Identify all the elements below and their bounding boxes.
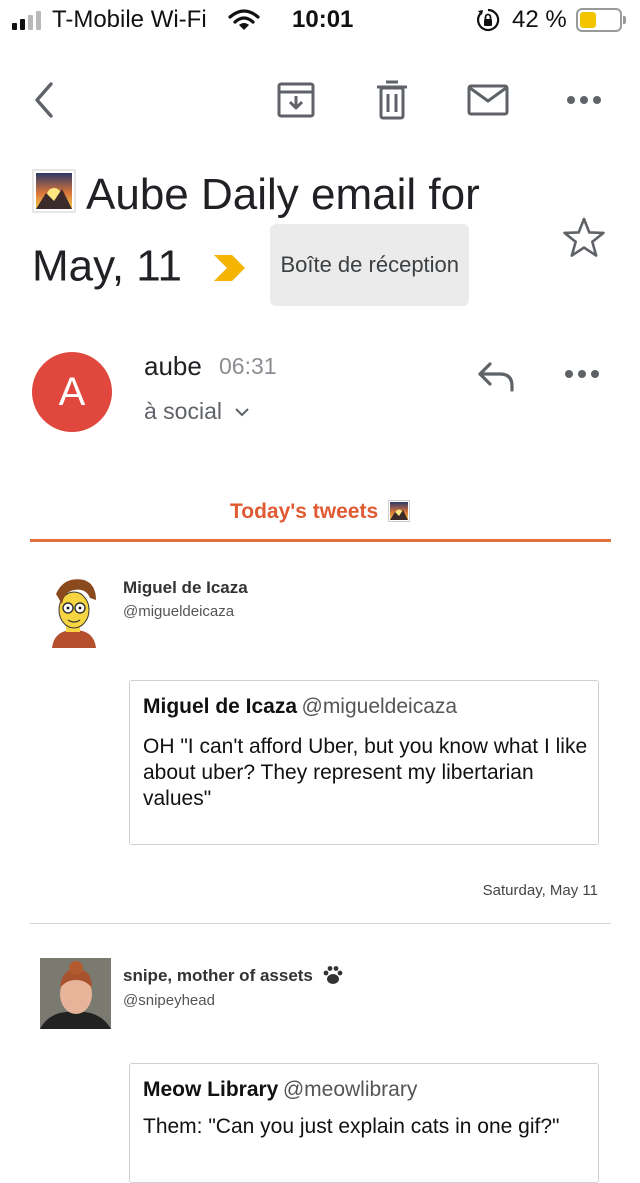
tweet-divider (30, 923, 611, 924)
profile-photo-icon (40, 958, 111, 1029)
reply-button[interactable] (474, 356, 518, 396)
mark-unread-button[interactable] (462, 74, 514, 126)
clock: 10:01 (292, 6, 354, 33)
importance-marker-icon (214, 254, 246, 281)
quoted-author-handle: @migueldeicaza (301, 695, 458, 718)
quoted-tweet-card[interactable]: Meow Library @meowlibrary Them: "Can you… (129, 1063, 599, 1183)
tweet-author-name[interactable]: Miguel de Icaza (123, 578, 248, 598)
message-more-button[interactable] (564, 366, 604, 386)
reply-icon (478, 362, 514, 392)
star-icon (563, 217, 605, 257)
inbox-label-chip[interactable]: Boîte de réception (270, 224, 470, 306)
orientation-lock-icon (477, 8, 500, 32)
quoted-tweet-text: Them: "Can you just explain cats in one … (143, 1115, 560, 1138)
status-bar: T-Mobile Wi-Fi 10:01 42 % (0, 0, 640, 40)
battery-level (580, 12, 596, 28)
trash-icon (377, 80, 407, 120)
quoted-tweet-header: Miguel de Icaza @migueldeicaza (143, 695, 585, 719)
battery-percent: 42 % (512, 6, 567, 33)
recipient-label: à social (144, 398, 222, 424)
star-button[interactable] (560, 214, 608, 262)
tweet-author-avatar[interactable] (46, 574, 102, 648)
subject-line-2: May, 11 (32, 241, 182, 291)
sender-avatar[interactable]: A (32, 352, 112, 432)
tweet-author-name[interactable]: snipe, mother of assets (123, 966, 313, 985)
quoted-tweet-text: OH "I can't afford Uber, but you know wh… (143, 735, 588, 810)
quoted-author-name: Meow Library (143, 1078, 279, 1101)
quoted-author-handle: @meowlibrary (282, 1078, 418, 1101)
tweet-author-name-row: snipe, mother of assets (123, 964, 343, 986)
more-horizontal-icon (565, 370, 599, 378)
archive-icon (277, 82, 315, 118)
tweets-heading-text: Today's tweets (230, 500, 379, 523)
email-toolbar (0, 60, 640, 140)
tweet-author-avatar[interactable] (40, 958, 111, 1029)
chevron-left-icon (35, 82, 53, 118)
heading-divider (30, 539, 611, 542)
sunrise-emoji-icon (388, 500, 410, 522)
signal-icon (12, 10, 46, 30)
carrier-label: T-Mobile Wi-Fi (52, 6, 207, 33)
wifi-icon (228, 9, 260, 30)
sender-name[interactable]: aube (144, 351, 202, 382)
battery-icon (576, 8, 626, 32)
quoted-tweet-header: Meow Library @meowlibrary (143, 1078, 585, 1102)
email-time: 06:31 (219, 353, 277, 379)
tweet-author-handle[interactable]: @migueldeicaza (123, 603, 234, 620)
back-button[interactable] (18, 74, 70, 126)
more-horizontal-icon (567, 96, 601, 104)
paw-print-icon (323, 966, 343, 984)
sender-initial: A (58, 369, 86, 414)
email-subject: Aube Daily email for May, 11 Boîte de ré… (32, 162, 552, 310)
recipient-details-toggle[interactable]: à social (144, 398, 250, 425)
quoted-tweet-card[interactable]: Miguel de Icaza @migueldeicaza OH "I can… (129, 680, 599, 845)
tweet-date: Saturday, May 11 (482, 882, 598, 899)
tweet-author-handle[interactable]: @snipeyhead (123, 992, 215, 1009)
subject-line-1: Aube Daily email for (86, 170, 480, 219)
sunrise-emoji-icon (32, 169, 76, 213)
tweets-heading: Today's tweets (30, 500, 610, 524)
quoted-author-name: Miguel de Icaza (143, 695, 298, 718)
chevron-down-icon (235, 408, 250, 417)
mail-icon (467, 84, 509, 116)
more-options-button[interactable] (558, 74, 610, 126)
delete-button[interactable] (366, 74, 418, 126)
archive-button[interactable] (270, 74, 322, 126)
cartoon-avatar-icon (52, 579, 96, 648)
